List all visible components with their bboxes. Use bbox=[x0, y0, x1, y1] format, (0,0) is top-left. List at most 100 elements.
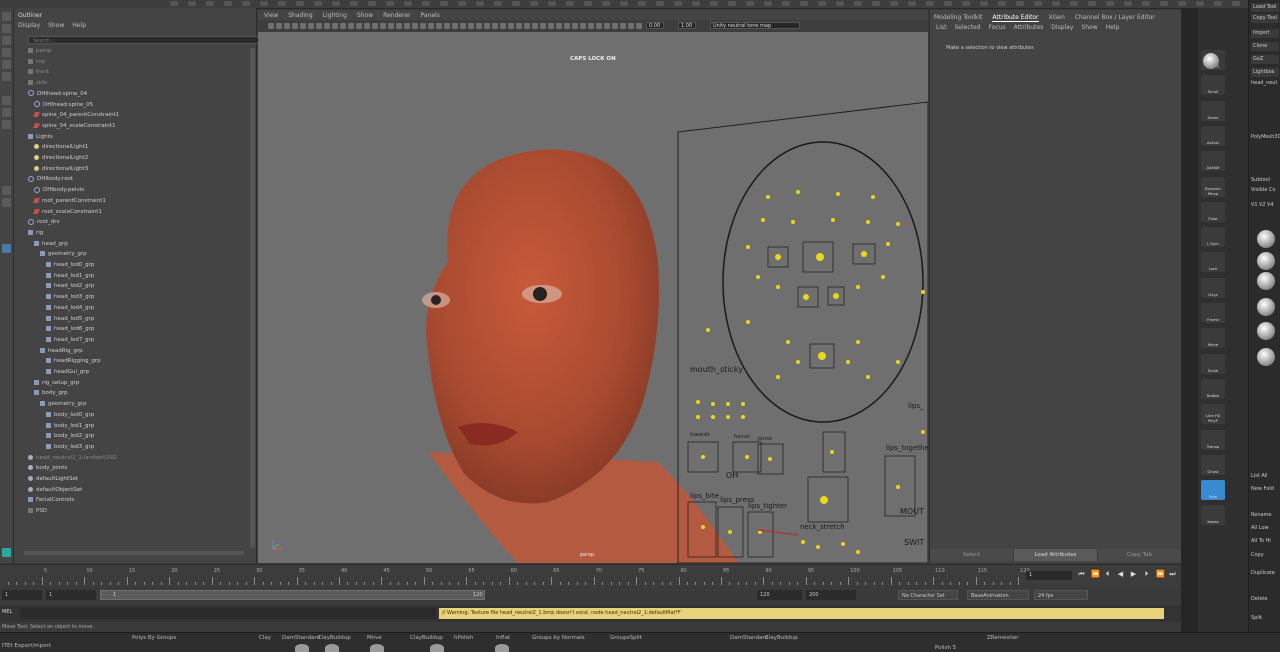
viewport-tool-icon[interactable] bbox=[348, 23, 354, 29]
viewport-tool-icon[interactable] bbox=[492, 23, 498, 29]
zbrush-palette-item[interactable]: head_neut bbox=[1251, 80, 1277, 86]
viewport-menu-show[interactable]: Show bbox=[357, 12, 373, 19]
tab-attribute-editor[interactable]: Attribute Editor bbox=[992, 14, 1039, 22]
viewport-tool-icon[interactable] bbox=[540, 23, 546, 29]
viewport-tool-icon[interactable] bbox=[572, 23, 578, 29]
outliner-row[interactable]: DHIbody:root bbox=[28, 174, 73, 184]
step-forward-key-button[interactable]: ⏩ bbox=[1156, 570, 1165, 578]
shelf-icon[interactable] bbox=[746, 1, 754, 6]
shelf-icon[interactable] bbox=[170, 1, 178, 6]
step-forward-frame-button[interactable]: ⏵ bbox=[1143, 570, 1150, 578]
shelf-icon[interactable] bbox=[584, 1, 592, 6]
script-icon[interactable] bbox=[2, 548, 11, 557]
shelf-icon[interactable] bbox=[458, 1, 466, 6]
exposure-field[interactable]: 0.00 bbox=[646, 22, 664, 29]
shelf-icon[interactable] bbox=[1124, 1, 1132, 6]
outliner-row[interactable]: head_lod5_grp bbox=[46, 314, 94, 324]
shelf-icon[interactable] bbox=[800, 1, 808, 6]
zbrush-tool-button[interactable]: Lock bbox=[1201, 252, 1225, 273]
zbrush-brush-2[interactable]: DamStandard bbox=[282, 635, 320, 641]
shelf-icon[interactable] bbox=[188, 1, 196, 6]
viewport-tool-icon[interactable] bbox=[364, 23, 370, 29]
outliner-row[interactable]: body_lod1_grp bbox=[46, 421, 94, 431]
shelf-icon[interactable] bbox=[494, 1, 502, 6]
viewport-menu-panels[interactable]: Panels bbox=[420, 12, 439, 19]
shelf-icon[interactable] bbox=[692, 1, 700, 6]
gamma-field[interactable]: 1.00 bbox=[678, 22, 696, 29]
shelf-icon[interactable] bbox=[638, 1, 646, 6]
viewport-tool-icon[interactable] bbox=[484, 23, 490, 29]
zbrush-brush-13[interactable]: Polish 5 bbox=[935, 645, 956, 651]
outliner-menu-display[interactable]: Display bbox=[18, 22, 40, 29]
rotate-tool-icon[interactable] bbox=[2, 60, 11, 69]
lasso-tool-icon[interactable] bbox=[2, 24, 11, 33]
viewport-tool-icon[interactable] bbox=[452, 23, 458, 29]
zbrush-tool-button[interactable]: Scroll bbox=[1201, 75, 1225, 96]
shelf-icon[interactable] bbox=[548, 1, 556, 6]
shelf-icon[interactable] bbox=[656, 1, 664, 6]
shelf-icon[interactable] bbox=[242, 1, 250, 6]
outliner-row[interactable]: root_parentConstraint1 bbox=[33, 196, 106, 206]
zbrush-tool-button[interactable]: Transp bbox=[1201, 429, 1225, 450]
outliner-row[interactable]: defaultObjectSet bbox=[28, 485, 82, 495]
shelf-icon[interactable] bbox=[404, 1, 412, 6]
zbrush-palette-item[interactable]: All Low bbox=[1251, 525, 1269, 531]
zbrush-tool-button[interactable]: AAHalf bbox=[1201, 151, 1225, 172]
viewport-tool-icon[interactable] bbox=[292, 23, 298, 29]
outliner-menu-show[interactable]: Show bbox=[48, 22, 64, 29]
viewport-tool-icon[interactable] bbox=[620, 23, 626, 29]
zbrush-tool-button[interactable]: Solo bbox=[1201, 480, 1225, 501]
viewport-tool-icon[interactable] bbox=[340, 23, 346, 29]
shelf-icon[interactable] bbox=[1160, 1, 1168, 6]
command-mode-label[interactable]: MEL bbox=[2, 609, 12, 615]
shelf-icon[interactable] bbox=[1178, 1, 1186, 6]
zbrush-brush-10[interactable]: DamStandard bbox=[730, 635, 768, 641]
zbrush-brush-9[interactable]: GroupsSplit bbox=[610, 635, 642, 641]
viewport-menu-renderer[interactable]: Renderer bbox=[383, 12, 410, 19]
go-to-start-button[interactable]: ⏮ bbox=[1078, 570, 1085, 578]
zbrush-palette-item[interactable]: Load Tool bbox=[1251, 3, 1279, 12]
zbrush-tool-button[interactable]: Move bbox=[1201, 328, 1225, 349]
shelf-icon[interactable] bbox=[350, 1, 358, 6]
load-attributes-button[interactable]: Load Attributes bbox=[1014, 549, 1098, 561]
attr-menu-selected[interactable]: Selected bbox=[955, 24, 981, 31]
shelf-icon[interactable] bbox=[422, 1, 430, 6]
viewport-tool-icon[interactable] bbox=[532, 23, 538, 29]
viewport-tool-icon[interactable] bbox=[332, 23, 338, 29]
outliner-row[interactable]: head_lod4_grp bbox=[46, 303, 94, 313]
attr-menu-list[interactable]: List bbox=[936, 24, 947, 31]
shelf-icon[interactable] bbox=[296, 1, 304, 6]
shelf-icon[interactable] bbox=[908, 1, 916, 6]
outliner-vertical-scrollbar[interactable] bbox=[250, 48, 255, 548]
zbrush-palette-item[interactable]: Split bbox=[1251, 615, 1262, 621]
outliner-row[interactable]: spine_04_parentConstraint1 bbox=[33, 110, 119, 120]
shelf-icon[interactable] bbox=[602, 1, 610, 6]
select-button[interactable]: Select bbox=[930, 549, 1014, 561]
outliner-row[interactable]: head_grp bbox=[34, 239, 68, 249]
command-input[interactable] bbox=[20, 608, 436, 619]
zbrush-brush-3[interactable]: ClayBuildup bbox=[318, 635, 351, 641]
viewport-menu-shading[interactable]: Shading bbox=[288, 12, 312, 19]
attr-menu-focus[interactable]: Focus bbox=[989, 24, 1006, 31]
zbrush-tool-button[interactable]: Floor bbox=[1201, 201, 1225, 222]
viewport-tool-icon[interactable] bbox=[476, 23, 482, 29]
viewport-tool-icon[interactable] bbox=[548, 23, 554, 29]
shelf-icon[interactable] bbox=[836, 1, 844, 6]
shelf-icon[interactable] bbox=[1088, 1, 1096, 6]
viewport-tool-icon[interactable] bbox=[316, 23, 322, 29]
zbrush-palette-item[interactable]: New Fold bbox=[1251, 486, 1274, 492]
viewport-tool-icon[interactable] bbox=[508, 23, 514, 29]
viewport-tool-icon[interactable] bbox=[524, 23, 530, 29]
viewport-tool-icon[interactable] bbox=[404, 23, 410, 29]
shelf-icon[interactable] bbox=[944, 1, 952, 6]
shelf-icon[interactable] bbox=[728, 1, 736, 6]
viewport-tool-icon[interactable] bbox=[500, 23, 506, 29]
subtool-thumbnail-icon[interactable] bbox=[1257, 298, 1275, 316]
zbrush-brush-4[interactable]: Move bbox=[367, 635, 382, 641]
outliner-menu-help[interactable]: Help bbox=[72, 22, 86, 29]
playback-end-field[interactable]: 120 bbox=[757, 590, 802, 600]
shelf-icon[interactable] bbox=[1052, 1, 1060, 6]
zbrush-brush-5[interactable]: ClayBuildup bbox=[410, 635, 443, 641]
zbrush-brush-7[interactable]: Inflat bbox=[496, 635, 510, 641]
zbrush-palette-item[interactable]: V2 bbox=[1259, 202, 1266, 208]
